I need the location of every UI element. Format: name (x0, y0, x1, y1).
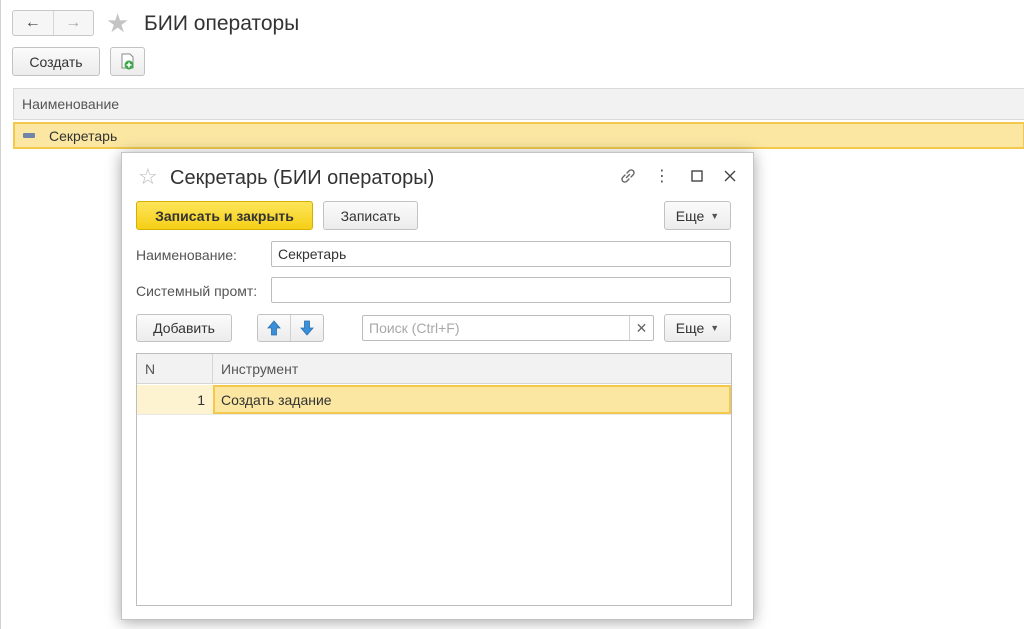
favorite-star-icon[interactable]: ★ (106, 9, 129, 37)
table-header: N Инструмент (137, 354, 731, 384)
create-button[interactable]: Создать (12, 47, 100, 76)
create-copy-button[interactable] (110, 47, 145, 76)
more-vertical-icon[interactable]: ⋮ (652, 165, 672, 187)
more-label: Еще (675, 207, 705, 224)
reorder-buttons (257, 314, 324, 342)
move-down-button[interactable] (290, 315, 323, 341)
list-column-header[interactable]: Наименование (13, 88, 1024, 120)
system-prompt-label: Системный промт: (136, 283, 258, 299)
table-row[interactable]: 1 Создать задание (137, 385, 731, 415)
list-column-header-label: Наименование (22, 96, 120, 112)
move-up-icon (267, 320, 281, 336)
item-dialog: ☆ Секретарь (БИИ операторы) ⋮ Записать и… (121, 152, 754, 620)
dialog-title: Секретарь (БИИ операторы) (170, 167, 435, 189)
link-icon[interactable] (618, 165, 638, 187)
create-copy-icon (121, 53, 133, 69)
back-button[interactable]: ← (13, 11, 53, 35)
list-item-label: Секретарь (49, 127, 118, 144)
tool-cell[interactable]: Создать задание (213, 385, 731, 414)
clear-search-button[interactable]: ✕ (629, 316, 653, 340)
catalog-item-icon (23, 133, 35, 138)
forward-button[interactable]: → (52, 11, 94, 35)
dropdown-caret-icon: ▼ (710, 210, 720, 221)
page-title: БИИ операторы (144, 12, 300, 35)
add-button[interactable]: Добавить (136, 314, 232, 342)
navigation-buttons: ← → (12, 10, 94, 36)
forward-arrow-icon: → (65, 14, 82, 31)
search-placeholder: Поиск (Ctrl+F) (369, 320, 460, 336)
add-label: Добавить (153, 320, 215, 336)
table-more-button[interactable]: Еще ▼ (664, 314, 731, 342)
table-more-label: Еще (675, 320, 705, 336)
system-prompt-field[interactable] (271, 277, 731, 303)
more-button[interactable]: Еще ▼ (664, 201, 731, 230)
maximize-icon[interactable] (687, 165, 707, 187)
save-label: Записать (340, 207, 401, 224)
clear-icon: ✕ (635, 319, 648, 336)
tools-table: N Инструмент 1 Создать задание (136, 353, 732, 606)
dropdown-caret-icon: ▼ (710, 323, 720, 333)
create-button-label: Создать (29, 53, 83, 70)
name-field[interactable]: Секретарь (271, 241, 731, 267)
column-header-n[interactable]: N (137, 354, 213, 383)
list-item[interactable]: Секретарь (13, 122, 1024, 149)
favorite-star-icon[interactable]: ☆ (138, 164, 158, 190)
app-window: ← → ★ БИИ операторы Создать Наименование… (0, 0, 1024, 629)
row-number: 1 (137, 385, 213, 414)
column-header-tool[interactable]: Инструмент (213, 354, 298, 383)
search-input[interactable]: Поиск (Ctrl+F) ✕ (362, 315, 654, 341)
save-and-close-button[interactable]: Записать и закрыть (136, 201, 313, 230)
name-field-label: Наименование: (136, 247, 237, 263)
move-up-button[interactable] (258, 315, 290, 341)
move-down-icon (300, 320, 314, 336)
save-button[interactable]: Записать (323, 201, 418, 230)
close-icon[interactable] (720, 165, 740, 187)
save-and-close-label: Записать и закрыть (155, 207, 294, 224)
back-arrow-icon: ← (24, 14, 41, 31)
